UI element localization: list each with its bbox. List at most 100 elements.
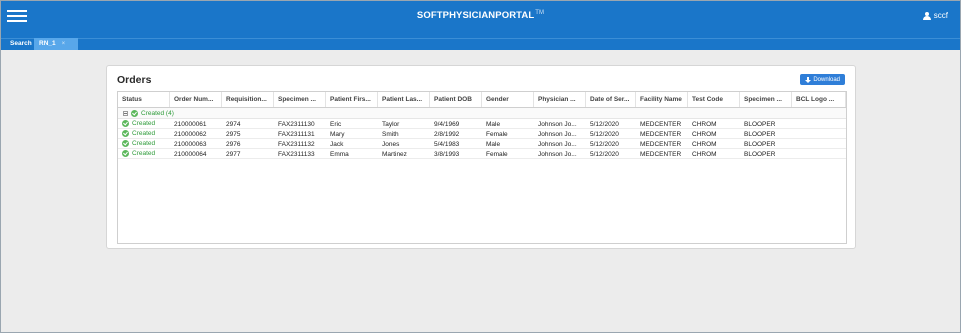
table-cell: Male — [486, 121, 501, 128]
table-cell: BLOOPER — [744, 151, 776, 158]
column-header[interactable]: Facility Name — [636, 92, 688, 107]
tab-search[interactable]: Search — [5, 38, 37, 50]
group-row-created[interactable]: Created (4) — [118, 108, 846, 119]
table-cell: 2976 — [226, 141, 241, 148]
orders-panel: Orders Download Status Order Num... Requis… — [106, 65, 856, 249]
column-header[interactable]: BCL Logo ... — [792, 92, 846, 107]
brand-trademark: TM — [535, 10, 545, 16]
table-cell: Emma — [330, 151, 349, 158]
status-text: Created — [132, 130, 156, 137]
table-cell: MEDCENTER — [640, 131, 682, 138]
column-header[interactable]: Specimen ... — [274, 92, 326, 107]
table-row[interactable]: Created 210000061 2974 FAX2311130 Eric Taylor… — [118, 119, 846, 129]
check-circle-icon — [122, 150, 129, 157]
column-header[interactable]: Gender — [482, 92, 534, 107]
table-cell — [792, 139, 846, 148]
table-cell: Jones — [382, 141, 400, 148]
table-cell: 3/8/1993 — [434, 151, 460, 158]
status-cell: Created — [118, 129, 170, 138]
close-icon[interactable]: × — [62, 41, 66, 47]
status-text: Created — [132, 140, 156, 147]
table-cell: 210000064 — [174, 151, 207, 158]
table-cell: Taylor — [382, 121, 400, 128]
top-bar: SOFTPHYSICIANPORTALTM sccf — [1, 1, 960, 38]
tab-rn-1-label: RN_1 — [39, 40, 56, 47]
app-window: SOFTPHYSICIANPORTALTM sccf Search RN_1 × … — [0, 0, 961, 333]
table-cell: 2977 — [226, 151, 241, 158]
table-row[interactable]: Created 210000063 2976 FAX2311132 Jack Jones 5… — [118, 139, 846, 149]
table-cell: 2974 — [226, 121, 241, 128]
table-cell: Mary — [330, 131, 345, 138]
column-header[interactable]: Patient Firs... — [326, 92, 378, 107]
table-cell — [792, 149, 846, 158]
table-cell: Johnson Jo... — [538, 121, 577, 128]
column-header[interactable]: Status — [118, 92, 170, 107]
status-cell: Created — [118, 149, 170, 158]
table-cell: BLOOPER — [744, 121, 776, 128]
table-cell: FAX2311132 — [278, 141, 315, 148]
table-cell: 5/12/2020 — [590, 121, 619, 128]
table-cell: 9/4/1969 — [434, 121, 460, 128]
table-cell: FAX2311131 — [278, 131, 315, 138]
tab-strip: Search RN_1 × — [1, 38, 960, 50]
column-header[interactable]: Test Code — [688, 92, 740, 107]
group-label: Created (4) — [141, 109, 174, 117]
status-text: Created — [132, 150, 156, 157]
table-cell: Eric — [330, 121, 342, 128]
table-cell: Female — [486, 151, 508, 158]
table-cell — [792, 119, 846, 128]
check-circle-icon — [122, 130, 129, 137]
table-cell: 210000062 — [174, 131, 207, 138]
status-cell: Created — [118, 119, 170, 128]
table-cell: CHROM — [692, 121, 717, 128]
table-cell: Johnson Jo... — [538, 151, 577, 158]
table-cell: Female — [486, 131, 508, 138]
column-header[interactable]: Requisition... — [222, 92, 274, 107]
column-header[interactable]: Patient DOB — [430, 92, 482, 107]
table-cell: CHROM — [692, 141, 717, 148]
table-cell: CHROM — [692, 131, 717, 138]
table-cell: FAX2311133 — [278, 151, 315, 158]
tab-search-label: Search — [10, 40, 32, 47]
column-header[interactable]: Physician ... — [534, 92, 586, 107]
download-label: Download — [813, 76, 840, 83]
table-cell: BLOOPER — [744, 131, 776, 138]
table-cell: MEDCENTER — [640, 121, 682, 128]
column-header[interactable]: Date of Ser... — [586, 92, 636, 107]
user-name: sccf — [933, 11, 948, 20]
grid-header: Status Order Num... Requisition... Specimen… — [118, 92, 846, 108]
table-cell: Johnson Jo... — [538, 141, 577, 148]
column-header[interactable]: Order Num... — [170, 92, 222, 107]
tab-rn-1[interactable]: RN_1 × — [34, 38, 78, 50]
download-icon — [805, 76, 812, 83]
download-button[interactable]: Download — [800, 74, 845, 85]
table-cell: CHROM — [692, 151, 717, 158]
table-cell: Jack — [330, 141, 344, 148]
table-cell: MEDCENTER — [640, 141, 682, 148]
check-circle-icon — [122, 120, 129, 127]
user-icon — [922, 11, 931, 20]
table-cell: 210000063 — [174, 141, 207, 148]
check-circle-icon — [122, 140, 129, 147]
column-header[interactable]: Specimen ... — [740, 92, 792, 107]
table-row[interactable]: Created 210000062 2975 FAX2311131 Mary Smith 2… — [118, 129, 846, 139]
orders-grid: Status Order Num... Requisition... Specimen… — [117, 91, 847, 244]
table-cell: FAX2311130 — [278, 121, 315, 128]
collapse-icon[interactable] — [123, 110, 128, 116]
grid-body: Created 210000061 2974 FAX2311130 Eric Taylor… — [118, 119, 846, 159]
table-cell: 2975 — [226, 131, 241, 138]
table-cell: 5/4/1983 — [434, 141, 460, 148]
table-cell: Smith — [382, 131, 399, 138]
panel-title: Orders — [117, 74, 152, 86]
user-menu[interactable]: sccf — [922, 11, 948, 20]
table-cell: Male — [486, 141, 501, 148]
brand-name: SOFTPHYSICIANPORTAL — [416, 10, 535, 22]
table-cell: 5/12/2020 — [590, 141, 619, 148]
table-row[interactable]: Created 210000064 2977 FAX2311133 Emma Martin… — [118, 149, 846, 159]
table-cell: 210000061 — [174, 121, 207, 128]
check-circle-icon — [131, 109, 138, 117]
status-text: Created — [132, 120, 156, 127]
column-header[interactable]: Patient Las... — [378, 92, 430, 107]
content-area: Orders Download Status Order Num... Requis… — [1, 50, 960, 332]
table-cell: 5/12/2020 — [590, 131, 619, 138]
